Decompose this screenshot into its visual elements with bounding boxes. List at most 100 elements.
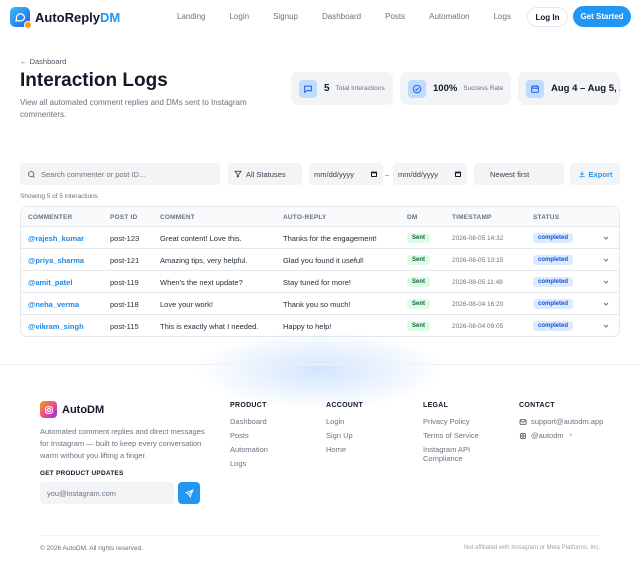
status-badge: completed <box>533 277 574 287</box>
page-title: Interaction Logs <box>20 70 168 91</box>
date-to-input[interactable]: mm/dd/yyyy <box>393 163 467 185</box>
comment-text: Amazing tips, very helpful. <box>160 256 248 265</box>
chevron-down-icon[interactable] <box>602 278 610 286</box>
nav-link-landing[interactable]: Landing <box>177 12 205 21</box>
nav-link-posts[interactable]: Posts <box>385 12 405 21</box>
status-filter-select[interactable]: All Statuses <box>228 163 302 185</box>
results-count: Showing 5 of 5 interactions <box>20 193 99 200</box>
check-circle-icon <box>408 79 426 98</box>
nav-link-signup[interactable]: Signup <box>273 12 298 21</box>
status-badge: completed <box>533 255 574 265</box>
chevron-down-icon[interactable] <box>602 234 610 242</box>
footer-link-api-compliance[interactable]: Instagram API Compliance <box>423 445 503 463</box>
table-row[interactable]: @rajesh_kumar post-123 Great content! Lo… <box>21 227 619 249</box>
auto-reply-text: Glad you found it useful! <box>283 256 364 265</box>
footer-brand-name: AutoDM <box>62 403 105 416</box>
timestamp: 2026-08-05 11:48 <box>452 279 503 286</box>
commenter-handle[interactable]: @vikram_singh <box>28 322 84 331</box>
nav-link-logs[interactable]: Logs <box>494 12 511 21</box>
breadcrumb[interactable]: ← Dashboard <box>20 57 66 66</box>
page-subtitle: View all automated comment replies and D… <box>20 98 247 119</box>
column-header[interactable]: TIMESTAMP <box>452 214 492 221</box>
timestamp: 2026-08-04 16:20 <box>452 301 504 308</box>
chat-bubble-icon <box>10 7 32 29</box>
top-nav: AutoReplyDM Landing Login Signup Dashboa… <box>0 0 640 34</box>
timestamp: 2026-08-05 14:32 <box>452 235 504 242</box>
dm-status-badge: Sent <box>407 299 431 309</box>
commenter-handle[interactable]: @priya_sharma <box>28 256 84 265</box>
date-from-placeholder: mm/dd/yyyy <box>314 169 355 179</box>
footer-link-dashboard[interactable]: Dashboard <box>230 417 268 426</box>
chevron-down-icon[interactable] <box>602 322 610 330</box>
footer-link-logs[interactable]: Logs <box>230 459 268 468</box>
column-header[interactable]: COMMENTER <box>28 214 72 221</box>
footer-brand[interactable]: AutoDM <box>40 401 104 418</box>
footer-link-privacy[interactable]: Privacy Policy <box>423 417 503 426</box>
post-id: post-115 <box>110 322 139 331</box>
footer-link-home[interactable]: Home <box>326 445 363 454</box>
login-button[interactable]: Log In <box>527 7 568 27</box>
column-header[interactable]: POST ID <box>110 214 137 221</box>
dm-status-badge: Sent <box>407 277 431 287</box>
stat-value: 5 <box>324 83 330 94</box>
newsletter-email-input[interactable] <box>40 482 174 504</box>
nav-link-automation[interactable]: Automation <box>429 12 469 21</box>
status-filter-label: All Statuses <box>246 169 286 179</box>
brand-name: AutoReplyDM <box>35 9 121 25</box>
post-id: post-123 <box>110 234 140 243</box>
footer-link-automation[interactable]: Automation <box>230 445 268 454</box>
footer-legal-column: LEGAL Privacy Policy Terms of Service In… <box>423 402 503 468</box>
calendar-icon <box>455 171 461 177</box>
footer-link-signup[interactable]: Sign Up <box>326 431 363 440</box>
table-row[interactable]: @neha_verma post-118 Love your work! Tha… <box>21 293 619 315</box>
auto-reply-text: Thanks for the engagement! <box>283 234 377 243</box>
footer-link-posts[interactable]: Posts <box>230 431 268 440</box>
search-field[interactable] <box>20 163 220 185</box>
footer-link-login[interactable]: Login <box>326 417 363 426</box>
export-button[interactable]: Export <box>570 163 620 185</box>
post-id: post-119 <box>110 278 139 287</box>
commenter-handle[interactable]: @amit_patel <box>28 278 72 287</box>
nav-links: Landing Login Signup Dashboard Posts Aut… <box>177 12 535 21</box>
post-id: post-118 <box>110 300 139 309</box>
footer-heading: PRODUCT <box>230 402 267 409</box>
filter-icon <box>234 170 242 178</box>
brand-logo[interactable]: AutoReplyDM <box>10 7 121 29</box>
sort-select[interactable]: Newest first <box>474 163 564 185</box>
contact-instagram[interactable]: @autodm × <box>519 431 603 440</box>
search-input[interactable] <box>41 169 211 179</box>
table-row[interactable]: @priya_sharma post-121 Amazing tips, ver… <box>21 249 619 271</box>
stat-value: Aug 4 – Aug 5, 2026 <box>551 83 620 94</box>
column-header[interactable]: COMMENT <box>160 214 195 221</box>
column-header[interactable]: DM <box>407 214 418 221</box>
table-header: COMMENTER POST ID COMMENT AUTO-REPLY DM … <box>21 207 619 227</box>
nav-link-dashboard[interactable]: Dashboard <box>322 12 361 21</box>
get-started-button[interactable]: Get Started <box>573 6 631 27</box>
close-icon[interactable]: × <box>569 432 573 439</box>
column-header[interactable]: STATUS <box>533 214 559 221</box>
chevron-down-icon[interactable] <box>602 300 610 308</box>
date-to-placeholder: mm/dd/yyyy <box>398 169 439 179</box>
copyright-text: © 2026 AutoDM. All rights reserved. <box>40 545 144 552</box>
interactions-table: COMMENTER POST ID COMMENT AUTO-REPLY DM … <box>20 206 620 337</box>
column-header[interactable]: AUTO-REPLY <box>283 214 327 221</box>
contact-email[interactable]: support@autodm.app <box>519 417 603 426</box>
download-icon <box>578 171 585 178</box>
auto-reply-text: Thank you so much! <box>283 300 351 309</box>
date-from-input[interactable]: mm/dd/yyyy <box>309 163 383 185</box>
dm-status-badge: Sent <box>407 233 431 243</box>
footer-heading: LEGAL <box>423 402 449 409</box>
timestamp: 2026-08-04 09:05 <box>452 323 504 330</box>
footer-link-terms[interactable]: Terms of Service <box>423 431 503 440</box>
commenter-handle[interactable]: @rajesh_kumar <box>28 234 84 243</box>
table-row[interactable]: @amit_patel post-119 When's the next upd… <box>21 271 619 293</box>
chevron-down-icon[interactable] <box>602 256 610 264</box>
stat-date-range: Aug 4 – Aug 5, 2026 <box>518 72 620 105</box>
footer-heading: CONTACT <box>519 402 555 409</box>
calendar-icon <box>526 79 544 98</box>
newsletter-submit-button[interactable] <box>178 482 200 504</box>
chat-icon <box>299 79 317 98</box>
commenter-handle[interactable]: @neha_verma <box>28 300 79 309</box>
nav-link-login[interactable]: Login <box>229 12 249 21</box>
footer-account-column: ACCOUNT Login Sign Up Home <box>326 402 363 459</box>
